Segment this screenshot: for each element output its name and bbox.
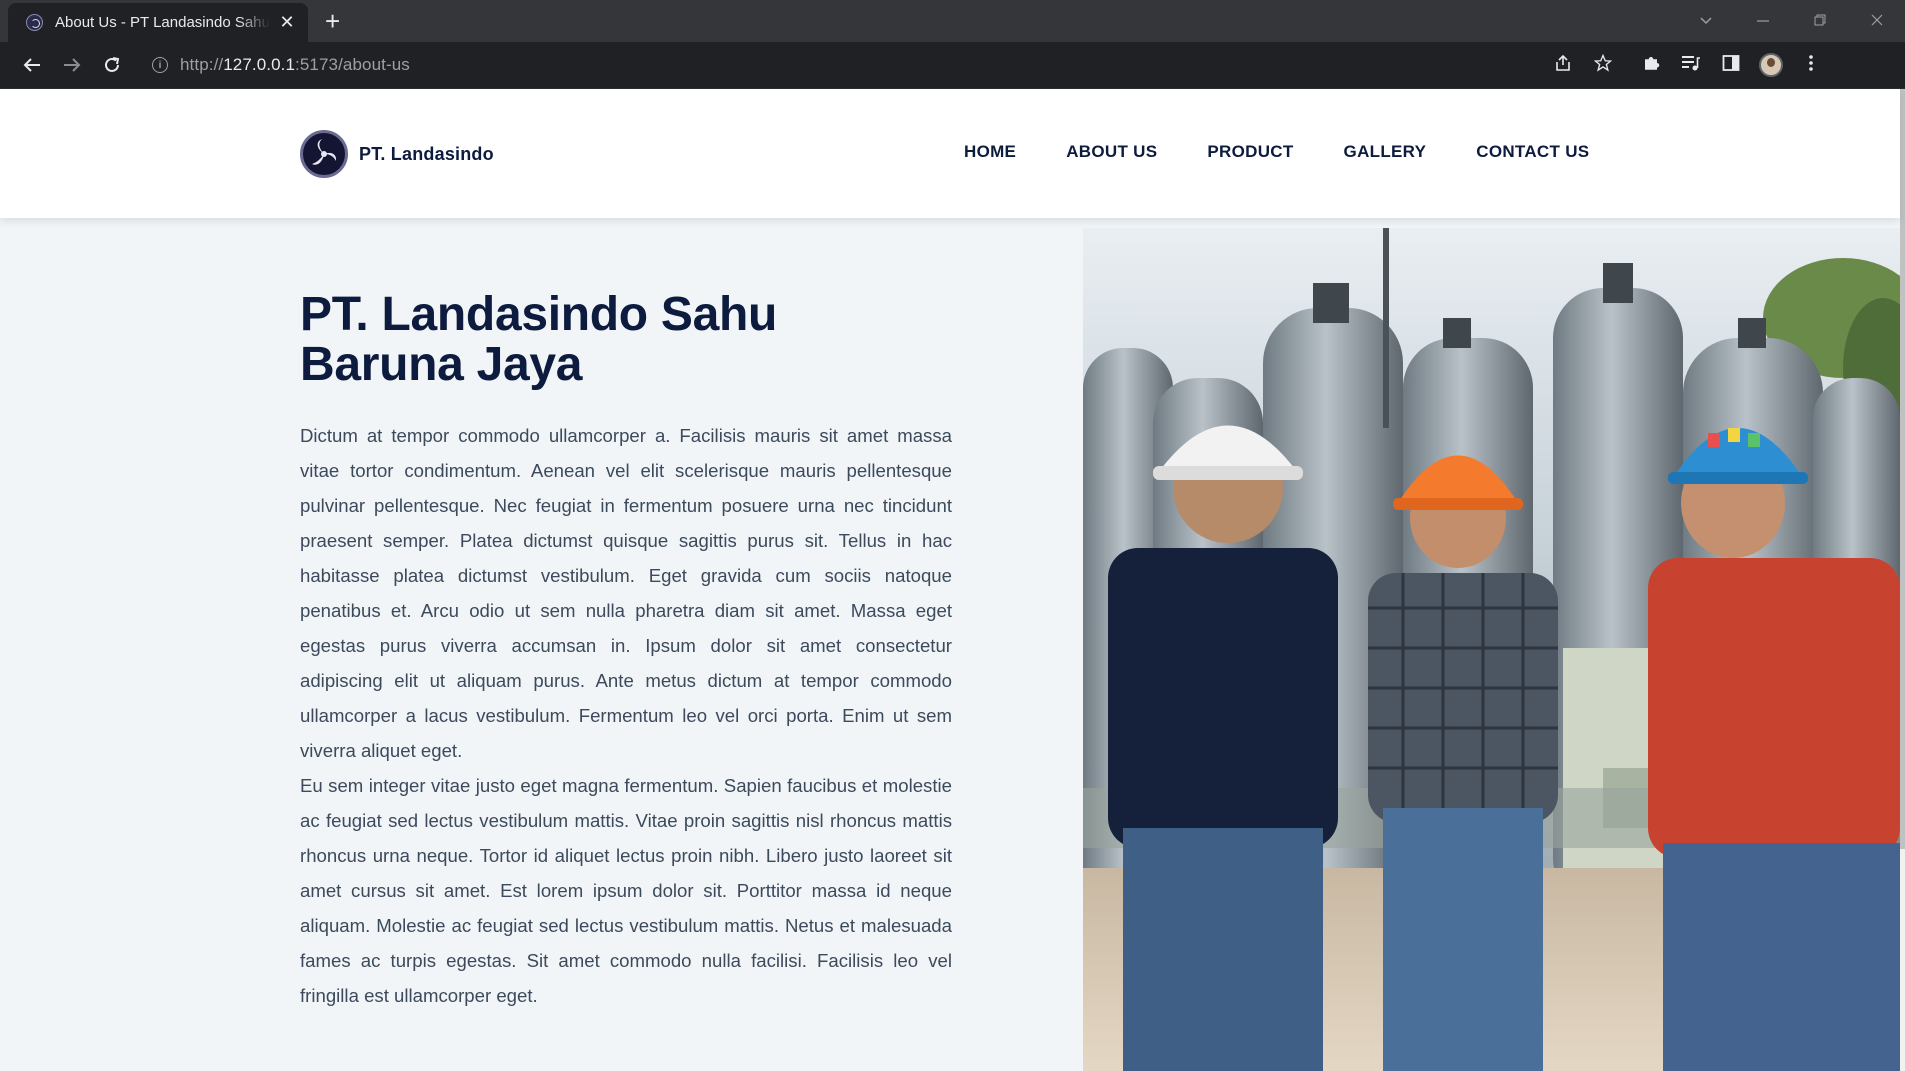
profile-avatar[interactable] [1759, 53, 1783, 77]
restore-icon[interactable] [1791, 13, 1848, 30]
browser-toolbar: i http://127.0.0.1:5173/about-us [0, 42, 1905, 89]
page-title: PT. Landasindo Sahu Baruna Jaya [300, 288, 778, 391]
nav-home[interactable]: HOME [964, 142, 1016, 162]
reload-icon[interactable] [92, 45, 132, 85]
nav-contact-us[interactable]: CONTACT US [1476, 142, 1589, 162]
minimize-icon[interactable] [1734, 13, 1791, 30]
page-viewport: PT. Landasindo HOME ABOUT US PRODUCT GAL… [0, 89, 1905, 1071]
site-info-icon[interactable]: i [152, 57, 168, 73]
browser-tab-bar: About Us - PT Landasindo Sahu Baruna Jay… [0, 0, 1905, 42]
nav-gallery[interactable]: GALLERY [1344, 142, 1427, 162]
scrollbar-thumb[interactable] [1900, 89, 1905, 849]
company-logo-icon [300, 130, 348, 178]
brand-link[interactable]: PT. Landasindo [300, 130, 494, 178]
url-scheme: http:// [180, 55, 224, 74]
share-icon[interactable] [1547, 54, 1579, 77]
url-text[interactable]: http://127.0.0.1:5173/about-us [180, 55, 410, 75]
site-header: PT. Landasindo HOME ABOUT US PRODUCT GAL… [0, 89, 1900, 218]
url-path: :5173/about-us [295, 55, 410, 74]
back-arrow-icon[interactable] [12, 45, 52, 85]
browser-menu-icon[interactable] [1791, 54, 1831, 77]
tab-title: About Us - PT Landasindo Sahu Baruna Jay… [55, 14, 270, 31]
about-paragraph: Dictum at tempor commodo ullamcorper a. … [300, 425, 952, 761]
side-panel-icon[interactable] [1711, 54, 1751, 77]
about-section: PT. Landasindo Sahu Baruna Jaya Dictum a… [0, 218, 1900, 1071]
address-bar[interactable]: i http://127.0.0.1:5173/about-us [140, 48, 1625, 82]
page-scrollbar[interactable] [1900, 89, 1905, 1071]
close-window-icon[interactable] [1848, 13, 1905, 30]
forward-arrow-icon[interactable] [52, 45, 92, 85]
brand-name: PT. Landasindo [359, 143, 494, 164]
bookmark-star-icon[interactable] [1587, 53, 1619, 77]
main-navigation: HOME ABOUT US PRODUCT GALLERY CONTACT US [964, 142, 1639, 162]
extensions-puzzle-icon[interactable] [1631, 54, 1671, 77]
site-favicon-icon [26, 14, 43, 31]
about-paragraph: Eu sem integer vitae justo eget magna fe… [300, 775, 952, 1006]
window-controls [1677, 0, 1905, 42]
about-text-block: PT. Landasindo Sahu Baruna Jaya Dictum a… [300, 290, 952, 1013]
workers-photo [1083, 228, 1900, 1071]
media-queue-icon[interactable] [1671, 54, 1711, 77]
url-host: 127.0.0.1 [223, 55, 296, 74]
nav-product[interactable]: PRODUCT [1207, 142, 1293, 162]
new-tab-button[interactable]: + [325, 8, 340, 34]
tab-search-icon[interactable] [1677, 13, 1734, 30]
nav-about-us[interactable]: ABOUT US [1066, 142, 1157, 162]
browser-tab[interactable]: About Us - PT Landasindo Sahu Baruna Jay… [8, 3, 308, 42]
close-tab-icon[interactable]: ✕ [276, 12, 298, 33]
